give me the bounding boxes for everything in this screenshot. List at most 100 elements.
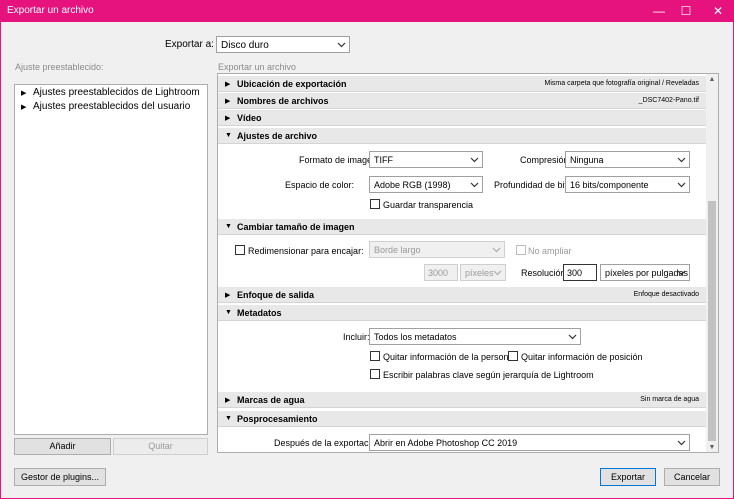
after-export-select[interactable]: Abrir en Adobe Photoshop CC 2019 bbox=[369, 434, 690, 451]
section-summary: Sin marca de agua bbox=[640, 396, 699, 403]
section-metadata[interactable]: ▼ Metadatos bbox=[218, 305, 707, 321]
section-title: Posprocesamiento bbox=[237, 414, 318, 424]
section-title: Metadatos bbox=[237, 308, 282, 318]
section-image-sizing[interactable]: ▼ Cambiar tamaño de imagen bbox=[218, 219, 707, 235]
section-title: Nombres de archivos bbox=[237, 96, 329, 106]
colorspace-value: Adobe RGB (1998) bbox=[374, 180, 451, 190]
section-summary: Misma carpeta que fotografía original / … bbox=[544, 80, 699, 87]
chevron-down-icon bbox=[470, 155, 479, 164]
bitdepth-value: 16 bits/componente bbox=[570, 180, 649, 190]
expanded-arrow-icon: ▼ bbox=[225, 415, 232, 422]
section-export-location[interactable]: ▶ Ubicación de exportación Misma carpeta… bbox=[218, 76, 707, 92]
remove-person-info-label: Quitar información de la persona bbox=[383, 352, 514, 362]
presets-list: ▶ Ajustes preestablecidos de Lightroom ▶ A… bbox=[14, 84, 208, 435]
after-export-value: Abrir en Adobe Photoshop CC 2019 bbox=[374, 438, 518, 448]
minimize-icon[interactable]: — bbox=[645, 0, 673, 22]
cancel-button[interactable]: Cancelar bbox=[664, 468, 720, 486]
expanded-arrow-icon: ▼ bbox=[225, 223, 232, 230]
keyword-hierarchy-label: Escribir palabras clave según jerarquía … bbox=[383, 370, 594, 380]
expanded-arrow-icon: ▼ bbox=[225, 309, 232, 316]
collapsed-arrow-icon: ▶ bbox=[225, 115, 231, 122]
settings-scrollbar[interactable]: ▲ ▼ bbox=[706, 74, 718, 452]
collapsed-arrow-icon: ▶ bbox=[225, 81, 231, 88]
section-file-naming[interactable]: ▶ Nombres de archivos _DSC7402-Pano.tif bbox=[218, 93, 707, 109]
compression-value: Ninguna bbox=[570, 155, 604, 165]
format-label: Formato de imagen: bbox=[299, 155, 380, 165]
close-icon[interactable]: ✕ bbox=[704, 0, 732, 22]
resize-to-fit-checkbox[interactable] bbox=[235, 245, 245, 255]
resize-to-fit-label: Redimensionar para encajar: bbox=[248, 246, 364, 256]
resolution-unit-value: píxeles por pulgadas bbox=[605, 268, 689, 278]
compression-label: Compresión: bbox=[520, 155, 572, 165]
section-file-settings[interactable]: ▼ Ajustes de archivo bbox=[218, 128, 707, 144]
collapsed-arrow-icon: ▶ bbox=[225, 292, 231, 299]
dont-enlarge-label: No ampliar bbox=[528, 246, 572, 256]
size-input[interactable]: 3000 bbox=[424, 264, 458, 281]
window-title: Exportar un archivo bbox=[7, 5, 94, 16]
section-watermarking[interactable]: ▶ Marcas de agua Sin marca de agua bbox=[218, 392, 707, 408]
preset-group-label: Ajustes preestablecidos de Lightroom bbox=[33, 87, 200, 98]
section-output-sharpening[interactable]: ▶ Enfoque de salida Enfoque desactivado bbox=[218, 287, 707, 303]
export-panel-header: Exportar un archivo bbox=[218, 62, 297, 72]
export-to-label: Exportar a: bbox=[165, 39, 214, 50]
dont-enlarge-checkbox[interactable] bbox=[516, 245, 526, 255]
section-title: Ajustes de archivo bbox=[237, 131, 318, 141]
size-unit-select[interactable]: píxeles bbox=[460, 264, 506, 281]
resolution-input[interactable]: 300 bbox=[563, 264, 597, 281]
chevron-down-icon bbox=[470, 180, 479, 189]
section-title: Vídeo bbox=[237, 113, 262, 123]
save-transparency-label: Guardar transparencia bbox=[383, 200, 474, 210]
plugin-manager-button[interactable]: Gestor de plugins... bbox=[14, 468, 106, 486]
keyword-hierarchy-checkbox[interactable] bbox=[370, 369, 380, 379]
format-select[interactable]: TIFF bbox=[369, 151, 483, 168]
title-bar: Exportar un archivo — ☐ ✕ bbox=[0, 0, 734, 22]
preset-group-lightroom[interactable]: ▶ Ajustes preestablecidos de Lightroom bbox=[21, 87, 200, 98]
colorspace-select[interactable]: Adobe RGB (1998) bbox=[369, 176, 483, 193]
resolution-unit-select[interactable]: píxeles por pulgadas bbox=[600, 264, 690, 281]
export-to-value: Disco duro bbox=[221, 40, 269, 51]
expanded-arrow-icon: ▼ bbox=[225, 132, 232, 139]
size-unit-value: píxeles bbox=[465, 268, 494, 278]
collapsed-arrow-icon: ▶ bbox=[225, 98, 231, 105]
resize-mode-select[interactable]: Borde largo bbox=[369, 241, 505, 258]
maximize-icon[interactable]: ☐ bbox=[672, 0, 700, 22]
chevron-down-icon bbox=[337, 40, 346, 49]
after-export-label: Después de la exportación: bbox=[274, 438, 384, 448]
chevron-down-icon bbox=[677, 268, 686, 277]
expand-arrow-icon[interactable]: ▶ bbox=[21, 103, 33, 111]
chevron-down-icon bbox=[677, 155, 686, 164]
colorspace-label: Espacio de color: bbox=[285, 180, 355, 190]
bitdepth-label: Profundidad de bits: bbox=[494, 180, 575, 190]
export-button[interactable]: Exportar bbox=[600, 468, 656, 486]
section-title: Cambiar tamaño de imagen bbox=[237, 222, 355, 232]
remove-preset-button[interactable]: Quitar bbox=[113, 438, 208, 455]
expand-arrow-icon[interactable]: ▶ bbox=[21, 89, 33, 97]
resize-mode-value: Borde largo bbox=[374, 245, 421, 255]
size-value: 3000 bbox=[428, 268, 449, 278]
metadata-include-value: Todos los metadatos bbox=[374, 332, 457, 342]
export-settings-panel: ▶ Ubicación de exportación Misma carpeta… bbox=[217, 73, 719, 453]
collapsed-arrow-icon: ▶ bbox=[225, 397, 231, 404]
remove-person-info-checkbox[interactable] bbox=[370, 351, 380, 361]
presets-header: Ajuste preestablecido: bbox=[15, 62, 104, 72]
chevron-down-icon bbox=[677, 438, 686, 447]
resolution-value: 300 bbox=[567, 268, 583, 278]
export-to-select[interactable]: Disco duro bbox=[216, 36, 350, 53]
section-video[interactable]: ▶ Vídeo bbox=[218, 110, 707, 126]
save-transparency-checkbox[interactable] bbox=[370, 199, 380, 209]
section-title: Ubicación de exportación bbox=[237, 79, 347, 89]
format-value: TIFF bbox=[374, 155, 393, 165]
scroll-up-icon[interactable]: ▲ bbox=[706, 74, 718, 86]
remove-location-info-checkbox[interactable] bbox=[508, 351, 518, 361]
chevron-down-icon bbox=[493, 268, 502, 277]
metadata-include-select[interactable]: Todos los metadatos bbox=[369, 328, 581, 345]
add-preset-button[interactable]: Añadir bbox=[14, 438, 111, 455]
preset-group-user[interactable]: ▶ Ajustes preestablecidos del usuario bbox=[21, 101, 190, 112]
chevron-down-icon bbox=[492, 245, 501, 254]
section-post-processing[interactable]: ▼ Posprocesamiento bbox=[218, 411, 707, 427]
scroll-down-icon[interactable]: ▼ bbox=[706, 442, 718, 452]
preset-group-label: Ajustes preestablecidos del usuario bbox=[33, 101, 191, 112]
scrollbar-thumb[interactable] bbox=[708, 201, 716, 441]
bitdepth-select[interactable]: 16 bits/componente bbox=[565, 176, 690, 193]
compression-select[interactable]: Ninguna bbox=[565, 151, 690, 168]
